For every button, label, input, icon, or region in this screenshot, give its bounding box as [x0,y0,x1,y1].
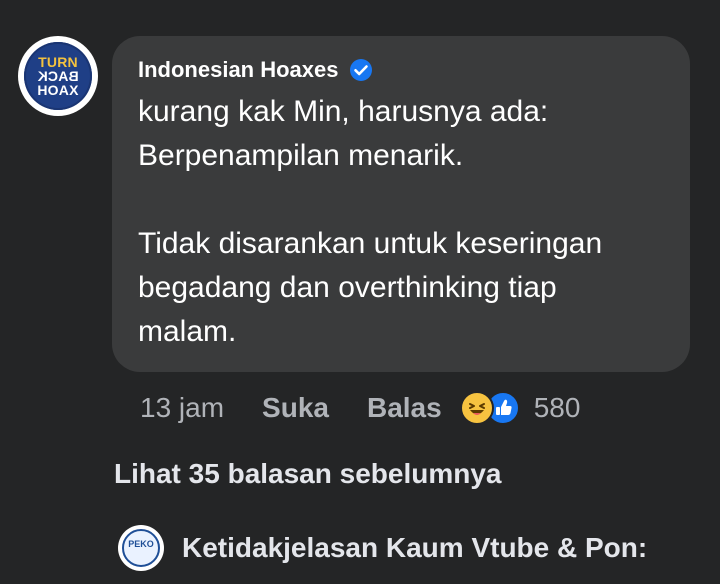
turn-back-hoax-logo-icon: TURN BACK HOAX [24,42,92,110]
haha-reaction-icon [459,391,494,425]
comment-text-line-3: Tidak disarankan untuk keseringan [138,227,603,260]
reply-author-avatar[interactable]: PEKO [118,525,164,571]
comment-text-line-1: kurang kak Min, harusnya ada: [138,95,549,128]
comment-text: kurang kak Min, harusnya ada: Berpenampi… [138,90,668,354]
comment-thread-screen: TURN BACK HOAX Indonesian Hoaxes kurang … [0,0,720,584]
reaction-summary[interactable]: 580 [459,390,581,426]
author-avatar[interactable]: TURN BACK HOAX [18,36,98,116]
avatar-logo-line-1: TURN [38,54,78,70]
view-previous-replies-link[interactable]: Lihat 35 balasan sebelumnya [114,456,502,492]
reply-avatar-logo-text: PEKO [128,539,154,549]
avatar-logo-line-3: HOAX [37,82,79,98]
comment-timestamp[interactable]: 13 jam [140,390,224,426]
author-row: Indonesian Hoaxes [138,58,373,82]
author-name[interactable]: Indonesian Hoaxes [138,58,339,82]
reply-author-name[interactable]: Ketidakjelasan Kaum Vtube & Pon: [182,530,647,566]
comment-bubble: Indonesian Hoaxes kurang kak Min, harusn… [112,36,690,372]
comment-action-row: 13 jam Suka Balas 580 [140,390,580,426]
avatar-logo-line-2: BACK [37,68,79,84]
reaction-count: 580 [533,392,581,423]
verified-badge-icon [349,58,373,82]
like-button[interactable]: Suka [262,390,329,426]
reply-button[interactable]: Balas [367,390,442,426]
reply-preview[interactable]: PEKO Ketidakjelasan Kaum Vtube & Pon: [118,524,720,572]
avatar-logo-text: TURN BACK HOAX [24,55,92,97]
comment-text-line-2: Berpenampilan menarik. [138,139,464,172]
comment-text-line-5: malam. [138,315,237,348]
comment-text-line-4: begadang dan overthinking tiap [138,271,557,304]
